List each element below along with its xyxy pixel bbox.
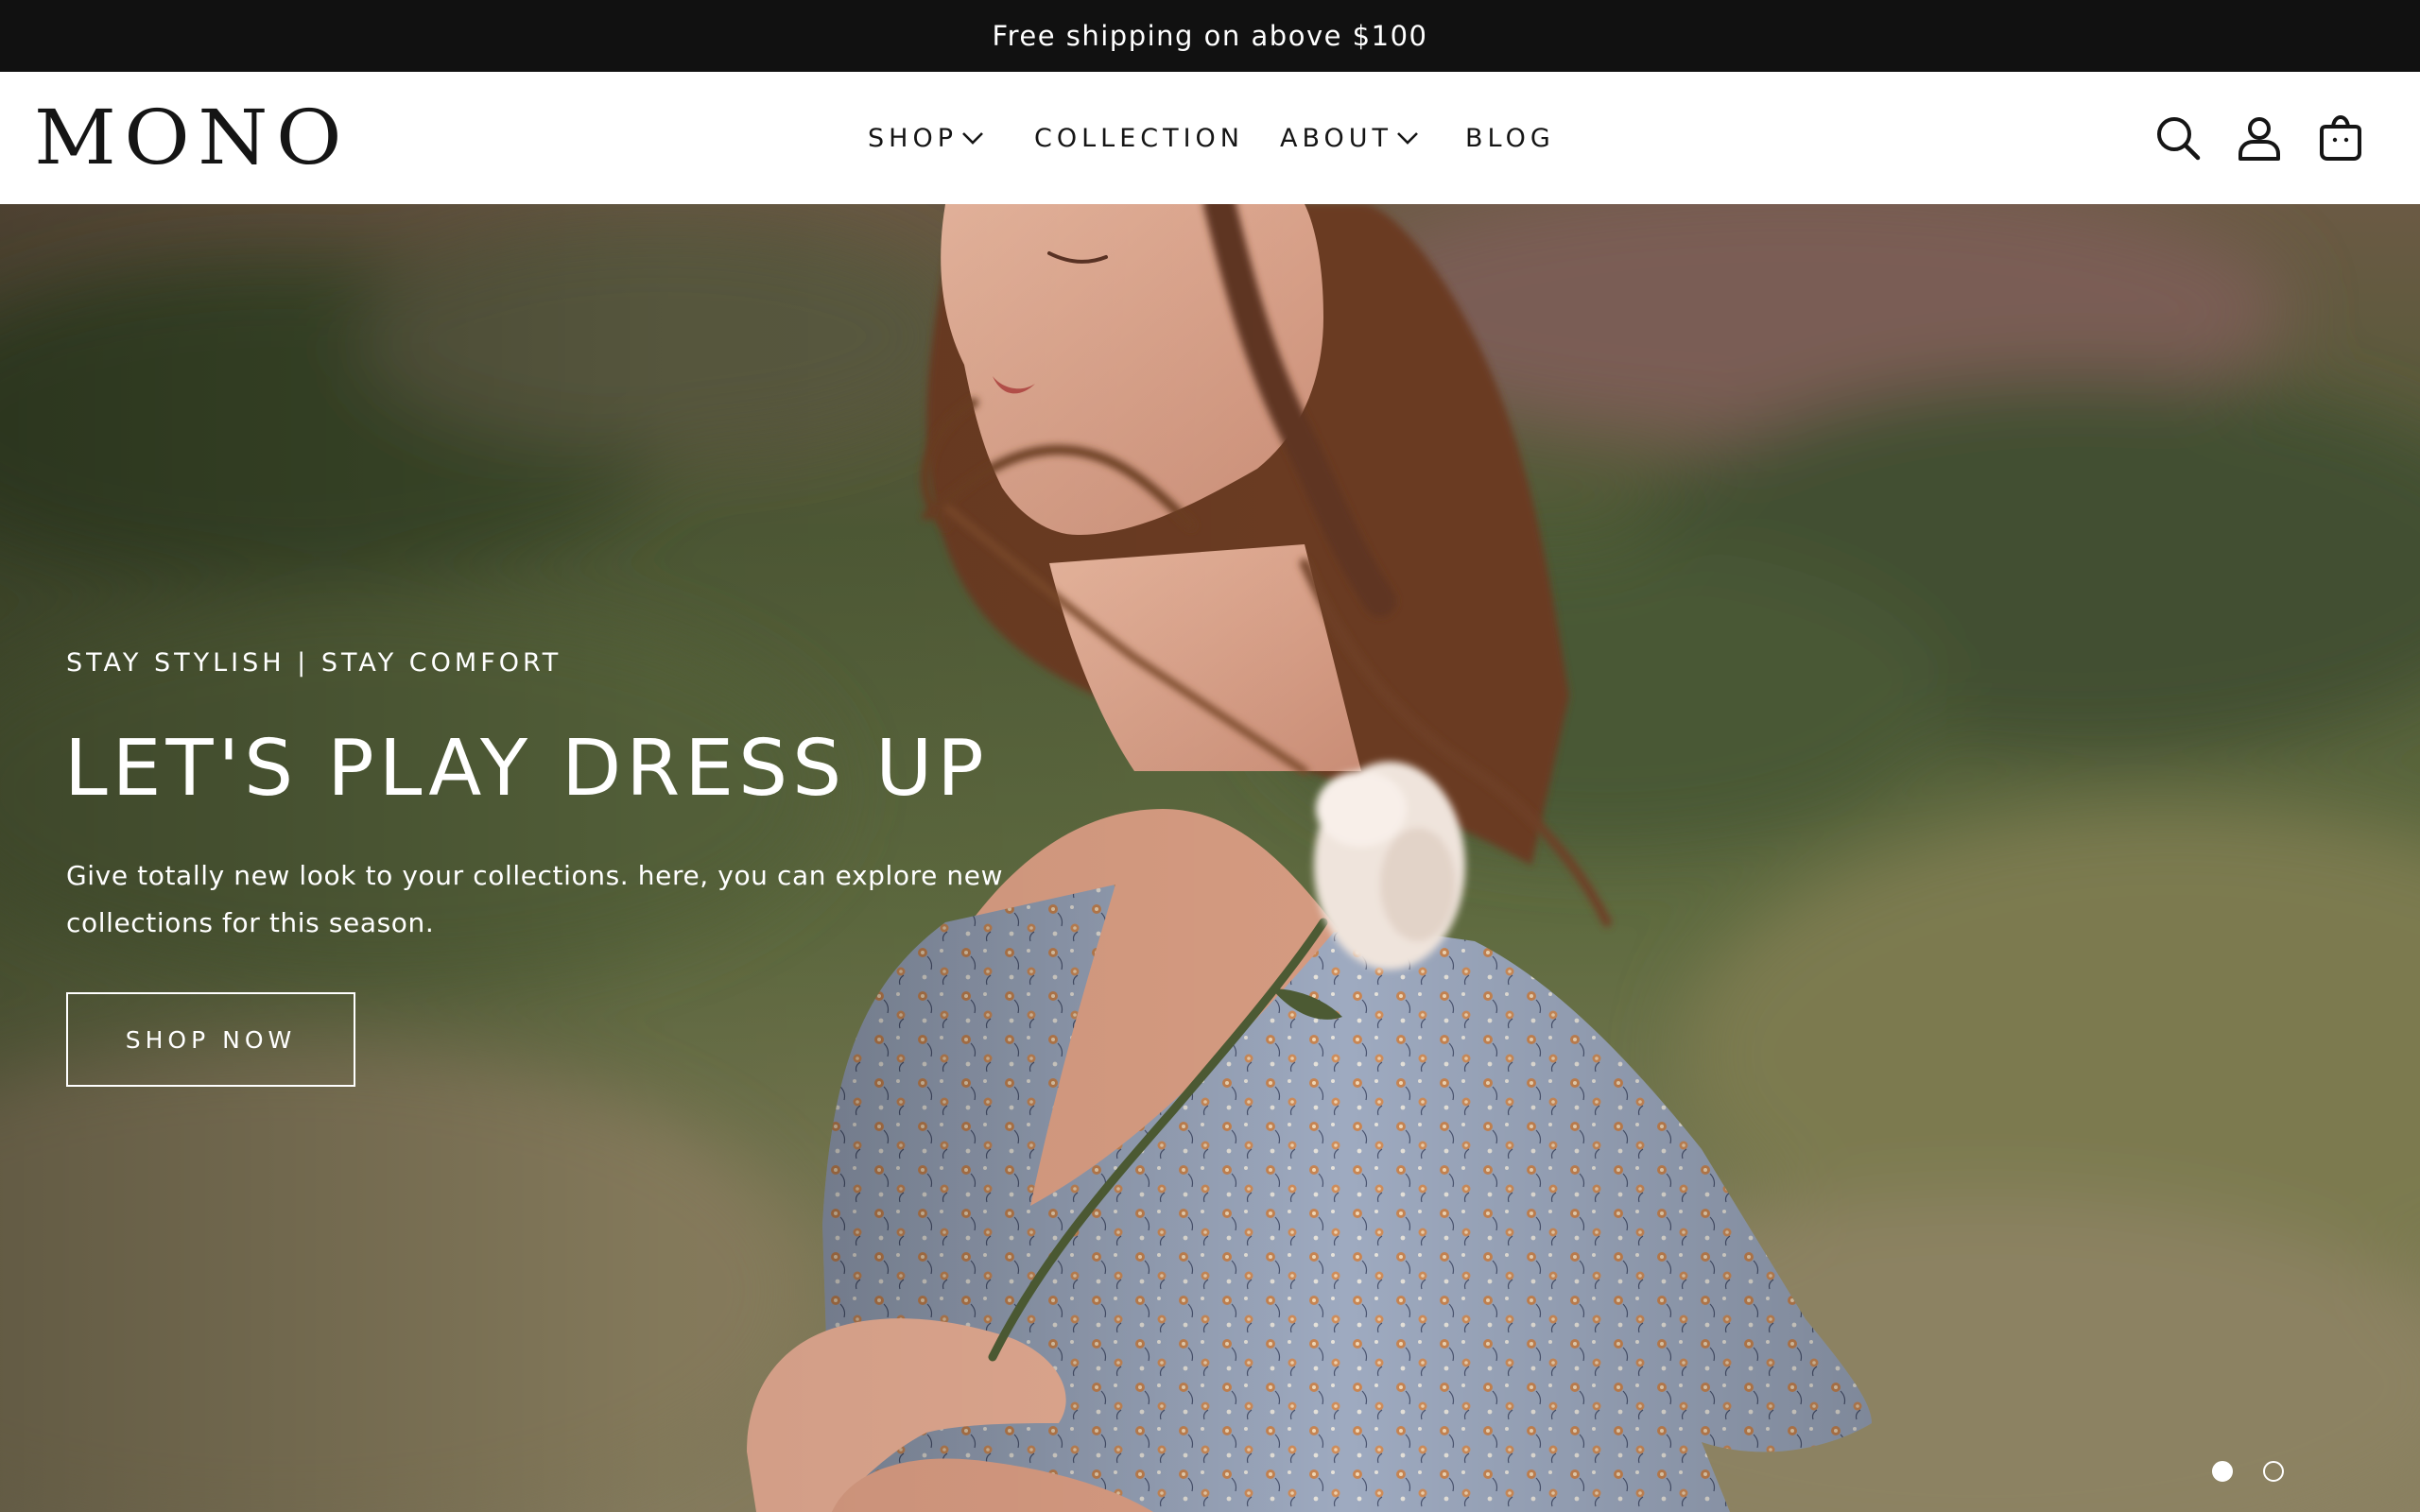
- slide-dot-2[interactable]: [2263, 1461, 2284, 1482]
- slider-pagination: [2212, 1461, 2284, 1482]
- nav-item-blog[interactable]: BLOG: [1465, 119, 1555, 157]
- nav-item-label: SHOP: [868, 123, 958, 153]
- search-icon[interactable]: [2152, 112, 2204, 164]
- slide-dot-1[interactable]: [2212, 1461, 2233, 1482]
- hero-description: Give totally new look to your collection…: [66, 860, 1004, 938]
- logo[interactable]: MONO: [34, 93, 350, 183]
- nav-item-label: COLLECTION: [1034, 123, 1245, 153]
- chevron-down-icon: [962, 132, 983, 145]
- account-icon[interactable]: [2233, 112, 2286, 164]
- announcement-text: Free shipping on above $100: [992, 20, 1428, 52]
- main-nav: SHOP COLLECTION ABOUT BLOG: [0, 72, 2420, 204]
- nav-item-label: ABOUT: [1280, 123, 1393, 153]
- shop-now-button[interactable]: SHOP NOW: [66, 992, 355, 1087]
- hero-eyebrow: STAY STYLISH | STAY COMFORT: [66, 648, 562, 678]
- nav-item-about[interactable]: ABOUT: [1280, 119, 1421, 157]
- cart-icon[interactable]: [2314, 112, 2367, 164]
- announcement-bar: Free shipping on above $100: [0, 0, 2420, 72]
- nav-item-shop[interactable]: SHOP: [868, 119, 986, 157]
- nav-item-collection[interactable]: COLLECTION: [1034, 119, 1244, 157]
- nav-item-label: BLOG: [1465, 123, 1555, 153]
- hero-title: LET'S PLAY DRESS UP: [64, 724, 989, 814]
- chevron-down-icon: [1397, 132, 1418, 145]
- site-header: MONO SHOP COLLECTION ABOUT BLOG: [0, 72, 2420, 204]
- hero-banner: STAY STYLISH | STAY COMFORT LET'S PLAY D…: [0, 204, 2420, 1512]
